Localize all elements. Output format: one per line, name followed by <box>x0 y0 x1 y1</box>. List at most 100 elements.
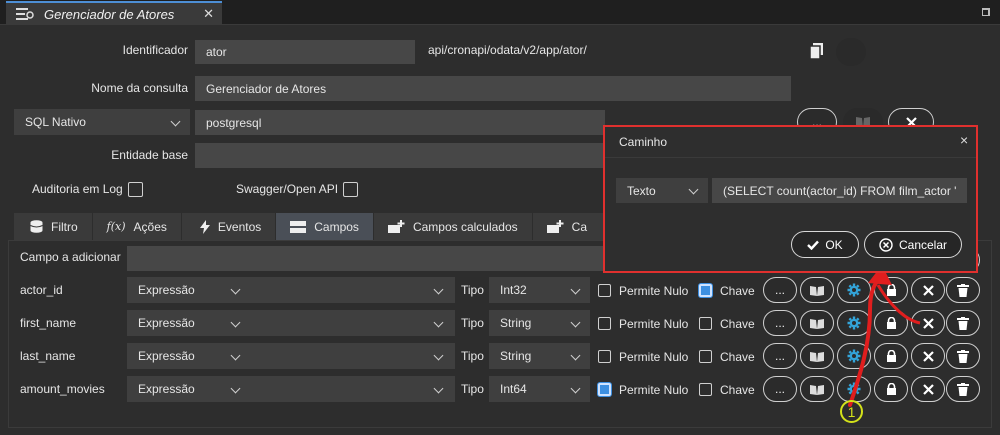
chevron-down-icon <box>433 317 444 328</box>
copy-icon[interactable] <box>810 43 823 59</box>
tab-acoes[interactable]: f(x) Ações <box>93 213 182 240</box>
auditoria-label: Auditoria em Log <box>32 182 123 196</box>
blank-round-button[interactable] <box>836 38 866 66</box>
document-tab-bar: Gerenciador de Atores ✕ <box>0 0 1000 25</box>
chevron-down-icon <box>688 184 699 195</box>
field-name: last_name <box>20 349 76 363</box>
odata-url: api/cronapi/odata/v2/app/ator/ <box>428 43 587 57</box>
chevron-down-icon <box>230 383 241 394</box>
field-type-value: Int32 <box>500 283 527 297</box>
identificador-label: Identificador <box>122 43 188 57</box>
tab-campos-calculados[interactable]: Campos calculados <box>374 213 533 240</box>
tab-filtro[interactable]: Filtro <box>14 213 93 240</box>
entidade-base-label: Entidade base <box>111 148 188 162</box>
chevron-down-icon <box>570 350 581 361</box>
function-icon: f(x) <box>106 220 126 233</box>
tab-truncated-label: Ca <box>571 219 587 234</box>
field-options-button[interactable]: ... <box>763 376 797 402</box>
step-badge: 1 <box>840 400 863 423</box>
field-delete-button[interactable] <box>946 310 980 336</box>
field-kind-value: Expressão <box>138 349 195 363</box>
field-options-button[interactable]: ... <box>763 277 797 303</box>
field-delete-button[interactable] <box>946 343 980 369</box>
nome-consulta-label: Nome da consulta <box>91 81 188 95</box>
dialog-mode-select[interactable]: Texto <box>616 178 708 203</box>
tipo-label: Tipo <box>461 382 484 396</box>
source-type-select[interactable]: SQL Nativo <box>14 109 190 135</box>
add-calculated-icon <box>387 220 405 233</box>
identificador-input[interactable]: ator <box>195 40 415 64</box>
dialog-title: Caminho <box>619 135 668 149</box>
key-checkbox[interactable] <box>699 284 712 297</box>
field-options-button[interactable]: ... <box>763 343 797 369</box>
chevron-down-icon <box>230 317 241 328</box>
tab-eventos-label: Eventos <box>217 219 262 234</box>
field-name: first_name <box>20 316 77 330</box>
dialog-divider <box>605 157 976 158</box>
dialog-close-icon[interactable]: × <box>960 132 968 148</box>
field-type-value: String <box>500 349 532 363</box>
document-tab-title: Gerenciador de Atores <box>44 6 175 22</box>
field-kind-select[interactable]: Expressão <box>127 277 455 303</box>
nullable-label: Permite Nulo <box>619 383 689 397</box>
field-kind-select[interactable]: Expressão <box>127 343 455 369</box>
dialog-expression-input[interactable]: (SELECT count(actor_id) FROM film_actor … <box>712 178 967 203</box>
field-delete-button[interactable] <box>946 277 980 303</box>
nullable-checkbox[interactable] <box>598 383 611 396</box>
fields-icon <box>290 220 307 233</box>
maximize-icon[interactable] <box>982 8 990 16</box>
key-checkbox[interactable] <box>699 317 712 330</box>
key-label: Chave <box>720 284 755 298</box>
trash-icon <box>957 349 969 363</box>
caminho-dialog: Caminho × Texto (SELECT count(actor_id) … <box>603 125 978 273</box>
tab-eventos[interactable]: Eventos <box>182 213 277 240</box>
key-label: Chave <box>720 317 755 331</box>
swagger-checkbox[interactable] <box>343 182 358 197</box>
chevron-down-icon <box>433 383 444 394</box>
chevron-down-icon <box>433 350 444 361</box>
nullable-label: Permite Nulo <box>619 350 689 364</box>
annotation-arrow-icon <box>848 265 921 407</box>
key-checkbox[interactable] <box>699 383 712 396</box>
dialog-mode-value: Texto <box>627 183 656 198</box>
dialog-cancel-button[interactable]: Cancelar <box>864 231 962 258</box>
chevron-down-icon <box>170 116 181 127</box>
dialog-ok-button[interactable]: OK <box>791 231 859 258</box>
field-options-button[interactable]: ... <box>763 310 797 336</box>
nullable-checkbox[interactable] <box>598 284 611 297</box>
tab-campos[interactable]: Campos <box>276 213 374 240</box>
nome-consulta-input[interactable]: Gerenciador de Atores <box>195 76 791 101</box>
entidade-base-input[interactable] <box>195 143 605 168</box>
field-kind-select[interactable]: Expressão <box>127 376 455 402</box>
tipo-label: Tipo <box>461 349 484 363</box>
tab-truncated[interactable]: Ca <box>533 213 601 240</box>
field-kind-select[interactable]: Expressão <box>127 310 455 336</box>
field-type-select[interactable]: Int64 <box>489 376 590 402</box>
nullable-checkbox[interactable] <box>598 350 611 363</box>
query-manager-icon <box>16 8 34 20</box>
nullable-checkbox[interactable] <box>598 317 611 330</box>
datasource-input[interactable]: postgresql <box>195 110 605 135</box>
chevron-down-icon <box>570 317 581 328</box>
source-type-value: SQL Nativo <box>25 115 86 129</box>
chevron-down-icon <box>230 284 241 295</box>
field-type-select[interactable]: String <box>489 310 590 336</box>
add-calculated-icon <box>546 220 564 233</box>
swagger-label: Swagger/Open API <box>236 182 339 196</box>
database-icon <box>30 220 43 233</box>
campo-adicionar-input[interactable] <box>127 246 607 271</box>
document-tab[interactable]: Gerenciador de Atores ✕ <box>6 1 222 25</box>
field-type-select[interactable]: Int32 <box>489 277 590 303</box>
tipo-label: Tipo <box>461 316 484 330</box>
trash-icon <box>957 283 969 297</box>
key-checkbox[interactable] <box>699 350 712 363</box>
field-kind-value: Expressão <box>138 316 195 330</box>
cancel-icon <box>879 237 893 252</box>
close-tab-icon[interactable]: ✕ <box>203 6 214 22</box>
field-type-select[interactable]: String <box>489 343 590 369</box>
query-editor-window: Gerenciador de Atores ✕ Identificador at… <box>0 0 1000 435</box>
field-kind-value: Expressão <box>138 382 195 396</box>
auditoria-checkbox[interactable] <box>128 182 143 197</box>
field-delete-button[interactable] <box>946 376 980 402</box>
tab-filtro-label: Filtro <box>51 219 78 234</box>
